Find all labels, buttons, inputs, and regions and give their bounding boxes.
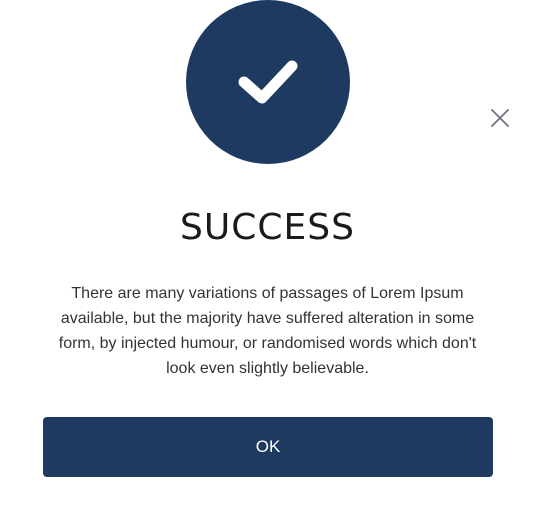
dialog-message: There are many variations of passages of… xyxy=(58,285,477,377)
checkmark-icon xyxy=(236,58,300,106)
success-badge xyxy=(186,0,350,164)
close-icon[interactable] xyxy=(489,107,511,134)
success-dialog: SUCCESS There are many variations of pas… xyxy=(0,0,535,517)
ok-button[interactable]: OK xyxy=(43,417,493,477)
close-button[interactable] xyxy=(486,106,514,134)
dialog-title: SUCCESS xyxy=(180,207,355,248)
